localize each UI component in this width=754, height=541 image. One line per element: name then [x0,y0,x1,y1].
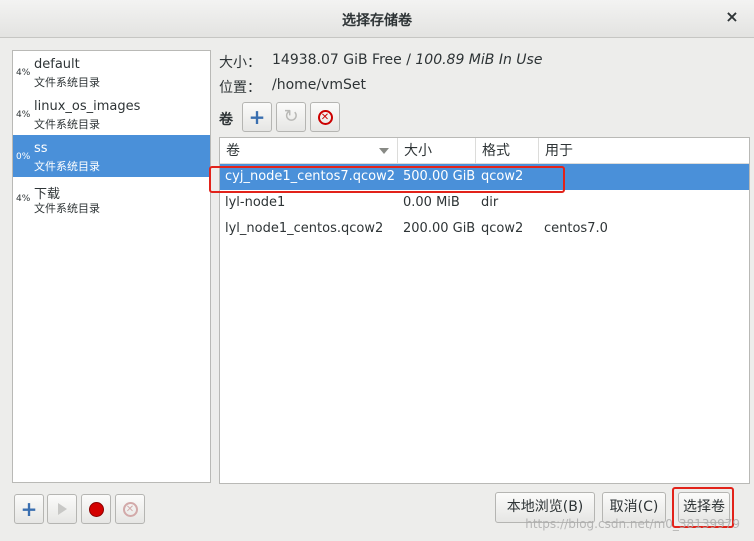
pool-type: 文件系统目录 [34,76,100,89]
column-header-format[interactable]: 格式 [476,138,539,164]
stop-pool-button[interactable] [81,494,111,524]
size-free: 14938.07 GiB Free / [272,52,416,68]
watermark: https://blog.csdn.net/m0_38139979 [525,517,740,531]
size-in-use: 100.89 MiB In Use [415,52,543,68]
volume-used-by: centos7.0 [544,221,608,236]
volume-name: lyl_node1_centos.qcow2 [225,221,384,236]
storage-pool-list: 4% default 文件系统目录 4% linux_os_images 文件系… [12,50,211,483]
column-header-label: 用于 [545,143,573,159]
delete-icon: ✕ [317,109,333,125]
volumes-label: 卷 [219,112,233,128]
stop-record-icon [88,501,104,517]
sort-down-icon [379,148,389,154]
add-pool-button[interactable]: + [14,494,44,524]
title-bar: 选择存储卷 × [0,0,754,38]
dialog-content: 4% default 文件系统目录 4% linux_os_images 文件系… [0,38,754,541]
plus-icon: + [248,105,266,129]
volume-table: 卷 大小 格式 用于 cyj_node1_centos7.qcow2 500.0… [219,137,750,484]
window-title: 选择存储卷 [342,13,412,29]
volume-size: 200.00 GiB [403,221,476,236]
add-volume-button[interactable]: + [242,102,272,132]
volume-name: lyl-node1 [225,195,286,210]
size-value: 14938.07 GiB Free / 100.89 MiB In Use [272,52,542,68]
pool-usage: 0% [16,152,31,162]
plus-icon: + [20,497,38,521]
volume-format: qcow2 [481,221,524,236]
close-icon[interactable]: × [724,9,740,25]
delete-pool-button[interactable]: ✕ [115,494,145,524]
delete-icon: ✕ [122,501,138,517]
table-row[interactable]: lyl-node1 0.00 MiB dir [220,190,749,216]
refresh-volumes-button[interactable]: ↻ [276,102,306,132]
pool-item-default[interactable]: 4% default 文件系统目录 [13,51,210,93]
pool-type: 文件系统目录 [34,202,100,215]
pool-usage: 4% [16,68,31,78]
volume-format: qcow2 [481,169,524,184]
volume-size: 500.00 GiB [403,169,476,184]
pool-item-downloads[interactable]: 4% 下载 文件系统目录 [13,177,210,219]
column-header-label: 大小 [404,143,432,159]
start-pool-button[interactable] [47,494,77,524]
size-label: 大小： [219,55,261,71]
pool-type: 文件系统目录 [34,160,100,173]
column-header-used-by[interactable]: 用于 [539,138,749,164]
pool-usage: 4% [16,110,31,120]
volume-format: dir [481,195,499,210]
delete-volume-button[interactable]: ✕ [310,102,340,132]
pool-name: linux_os_images [34,99,141,114]
table-row[interactable]: cyj_node1_centos7.qcow2 500.00 GiB qcow2 [220,164,749,190]
pool-item-linux-os-images[interactable]: 4% linux_os_images 文件系统目录 [13,93,210,135]
pool-name: default [34,57,80,72]
column-header-label: 格式 [482,143,510,159]
table-row[interactable]: lyl_node1_centos.qcow2 200.00 GiB qcow2 … [220,216,749,242]
volume-size: 0.00 MiB [403,195,460,210]
play-icon [57,503,67,515]
column-header-volume[interactable]: 卷 [220,138,398,164]
pool-name: ss [34,141,48,156]
column-header-size[interactable]: 大小 [398,138,476,164]
location-value: /home/vmSet [272,77,367,93]
volume-name: cyj_node1_centos7.qcow2 [225,169,396,184]
refresh-icon: ↻ [283,106,299,127]
column-header-label: 卷 [226,143,240,159]
pool-type: 文件系统目录 [34,118,100,131]
pool-item-ss[interactable]: 0% ss 文件系统目录 [13,135,210,177]
location-label: 位置： [219,80,261,96]
pool-usage: 4% [16,194,31,204]
